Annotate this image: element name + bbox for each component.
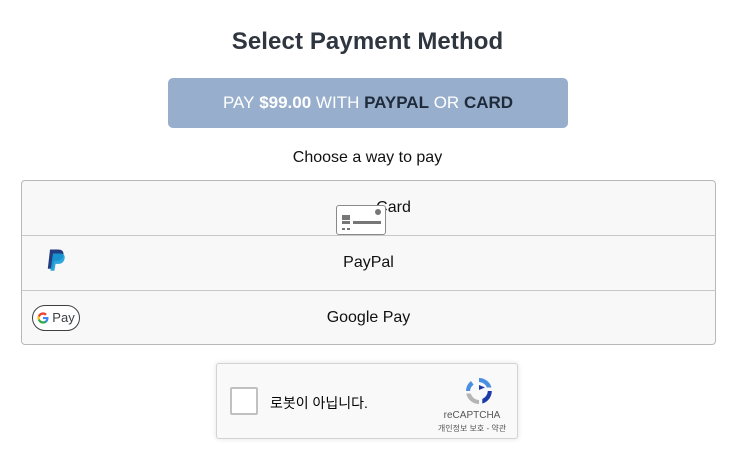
payment-method-label: PayPal [343, 254, 394, 271]
google-pay-icon: Pay [32, 304, 80, 331]
google-pay-badge-text: Pay [52, 310, 75, 325]
payment-method-google-pay[interactable]: Pay Google Pay [22, 291, 715, 344]
recaptcha-brand: reCAPTCHA [443, 410, 501, 421]
payment-methods-list: Card PayPal Pay Google Pay [21, 180, 716, 345]
pay-with: WITH [315, 93, 360, 112]
pay-button[interactable]: PAY $99.00 WITH PAYPAL OR CARD [168, 78, 568, 128]
recaptcha-widget: 로봇이 아닙니다. reCAPTCHA 개인정보 보호 - 약관 [216, 363, 518, 439]
payment-method-label: Google Pay [326, 308, 411, 326]
page-title: Select Payment Method [231, 28, 504, 55]
recaptcha-links: 개인정보 보호 - 약관 [433, 423, 511, 434]
recaptcha-separator: - [486, 424, 490, 433]
pay-amount: $99.00 [259, 93, 312, 112]
paypal-icon [44, 248, 68, 279]
recaptcha-label: 로봇이 아닙니다. [270, 395, 368, 411]
recaptcha-logo-icon [463, 375, 495, 412]
recaptcha-checkbox[interactable] [230, 387, 258, 415]
recaptcha-terms-link[interactable]: 약관 [491, 424, 506, 433]
payment-page: Select Payment Method PAY $99.00 WITH PA… [0, 0, 735, 465]
pay-option-paypal: PAYPAL [364, 93, 429, 112]
pay-option-card: CARD [463, 93, 514, 112]
credit-card-icon [336, 205, 387, 235]
pay-or: OR [433, 93, 460, 112]
payment-method-card[interactable]: Card [22, 181, 715, 236]
recaptcha-privacy-link[interactable]: 개인정보 보호 [438, 424, 484, 433]
pay-prefix: PAY [222, 93, 255, 112]
payment-method-paypal[interactable]: PayPal [22, 236, 715, 291]
choose-way-text: Choose a way to pay [292, 149, 443, 166]
